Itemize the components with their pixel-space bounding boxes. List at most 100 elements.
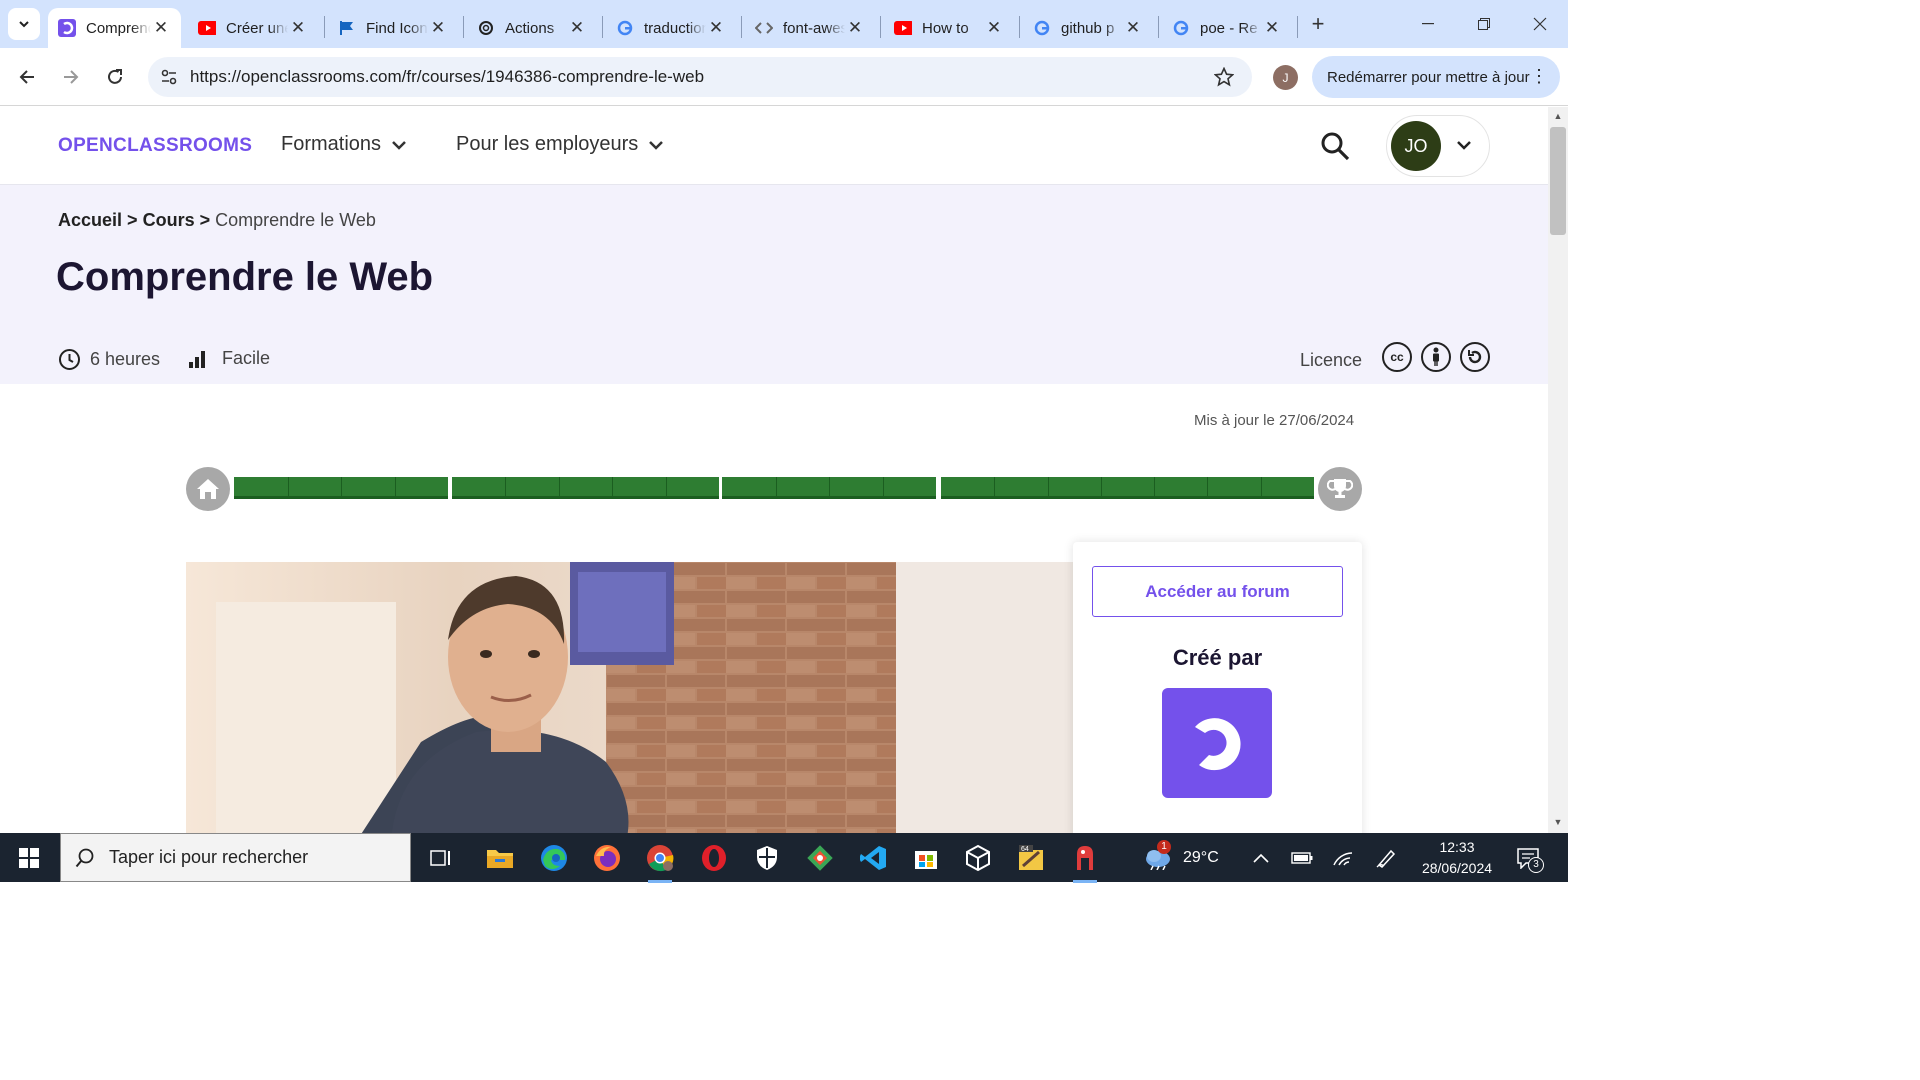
breadcrumb-sep: > [199,210,211,230]
update-button[interactable]: Redémarrer pour mettre à jour ⋮ [1312,56,1560,98]
progress-part[interactable] [234,477,448,499]
course-instructor-photo [186,562,1073,833]
firefox-icon[interactable] [589,841,625,875]
tab-comprendre-le-web[interactable]: Comprendre le Web ✕ [48,8,181,48]
git-icon[interactable] [802,841,838,875]
tab-youtube-creer[interactable]: Créer une ✕ [188,8,318,48]
chevron-down-icon [649,140,664,150]
back-button[interactable] [11,61,43,93]
breadcrumb-home[interactable]: Accueil [58,210,122,230]
wifi-icon[interactable] [1332,833,1354,882]
task-view-icon[interactable] [423,841,459,875]
nav-formations[interactable]: Formations [281,133,407,156]
home-icon [197,479,219,499]
tab-how-to[interactable]: How to ✕ [884,8,1014,48]
close-window-button[interactable] [1512,8,1568,40]
user-menu[interactable]: JO [1386,115,1490,177]
tab-font-awesome[interactable]: font-awesome ✕ [745,8,875,48]
svg-text:64: 64 [1021,846,1029,853]
microsoft-store-icon[interactable] [908,841,944,875]
page-scrollbar[interactable]: ▲ ▼ [1548,107,1568,833]
close-icon[interactable]: ✕ [1123,18,1143,38]
new-tab-button[interactable]: + [1306,11,1330,36]
reload-icon [108,69,122,84]
windows-security-icon[interactable] [749,841,785,875]
vscode-icon[interactable] [855,841,891,875]
forward-button[interactable] [55,61,87,93]
level-text: Facile [222,348,271,368]
opera-icon[interactable] [696,841,732,875]
share-alike-icon[interactable] [1460,342,1490,372]
tab-search-button[interactable] [8,8,40,40]
site-header: OPENCLASSROOMS Formations Pour les emplo… [0,107,1548,185]
gitkraken-icon[interactable] [1067,841,1103,883]
reload-button[interactable] [99,61,131,93]
progress-trophy[interactable] [1318,467,1362,511]
tab-title: poe - Re [1200,19,1258,37]
tray-chevron-icon[interactable] [1252,833,1270,882]
close-icon[interactable]: ✕ [984,18,1004,38]
pen-icon[interactable] [1375,833,1397,882]
creative-commons-icon[interactable]: cc [1382,342,1412,372]
minimize-button[interactable] [1400,8,1456,40]
youtube-favicon-icon [894,19,912,37]
google-favicon-icon [616,19,634,37]
progress-part[interactable] [452,477,719,499]
battery-icon[interactable] [1291,833,1313,882]
taskbar-search[interactable]: Taper ici pour rechercher [60,833,411,882]
attribution-icon[interactable] [1421,342,1451,372]
close-icon[interactable]: ✕ [1262,18,1282,38]
openclassrooms-author-logo[interactable] [1162,688,1272,798]
notification-center[interactable]: 3 [1516,833,1544,882]
chrome-icon[interactable] [642,841,678,883]
clock-time: 12:33 [1439,839,1475,855]
taskbar-clock[interactable]: 12:33 28/06/2024 [1418,837,1496,879]
close-icon[interactable]: ✕ [845,18,865,38]
edge-icon[interactable] [536,841,572,875]
update-label: Redémarrer pour mettre à jour [1327,68,1530,86]
profile-avatar[interactable]: J [1273,65,1298,90]
search-icon[interactable] [1318,129,1352,163]
duration-text: 6 heures [90,349,161,369]
page-content: OPENCLASSROOMS Formations Pour les emplo… [0,107,1548,833]
tab-title: github p [1061,19,1115,37]
scroll-down-icon[interactable]: ▼ [1552,817,1564,827]
windows-taskbar: Taper ici pour rechercher 64 1 29°C 12:3… [0,833,1568,883]
nav-employeurs[interactable]: Pour les employeurs [456,133,664,156]
close-icon[interactable]: ✕ [151,18,171,38]
tab-actions[interactable]: Actions ✕ [467,8,597,48]
openclassrooms-logo[interactable]: OPENCLASSROOMS [58,135,252,157]
progress-part[interactable] [722,477,936,499]
more-menu-icon[interactable]: ⋮ [1530,66,1548,86]
restore-button[interactable] [1456,8,1512,40]
bookmark-star-icon[interactable] [1213,66,1235,92]
progress-part[interactable] [941,477,1314,499]
tab-title: Comprendre le Web [86,19,151,37]
arrow-right-icon [64,70,79,84]
tab-find-icons[interactable]: Find Icons ✕ [328,8,458,48]
youtube-favicon-icon [198,19,216,37]
scroll-thumb[interactable] [1550,127,1566,235]
progress-home[interactable] [186,467,230,511]
scroll-up-icon[interactable]: ▲ [1552,111,1564,121]
app-64-icon[interactable]: 64 [1014,841,1050,875]
virtualbox-icon[interactable] [960,841,996,875]
address-bar[interactable]: https://openclassrooms.com/fr/courses/19… [148,57,1252,97]
site-settings-icon[interactable] [160,68,178,86]
close-icon[interactable]: ✕ [428,18,448,38]
start-button[interactable] [0,833,58,882]
tab-title: Créer une [226,19,288,37]
tab-traduction[interactable]: traduction ✕ [606,8,736,48]
weather-widget[interactable]: 1 29°C [1143,833,1219,882]
file-explorer-icon[interactable] [482,841,518,875]
tab-github[interactable]: github p ✕ [1023,8,1153,48]
tab-poe[interactable]: poe - Re ✕ [1162,8,1292,48]
close-icon[interactable]: ✕ [706,18,726,38]
flag-favicon-icon [338,19,356,37]
forum-button[interactable]: Accéder au forum [1092,566,1343,617]
breadcrumb-courses[interactable]: Cours [143,210,195,230]
close-icon[interactable]: ✕ [288,18,308,38]
weather-temp: 29°C [1183,848,1219,866]
close-icon[interactable]: ✕ [567,18,587,38]
breadcrumb-sep: > [127,210,138,230]
